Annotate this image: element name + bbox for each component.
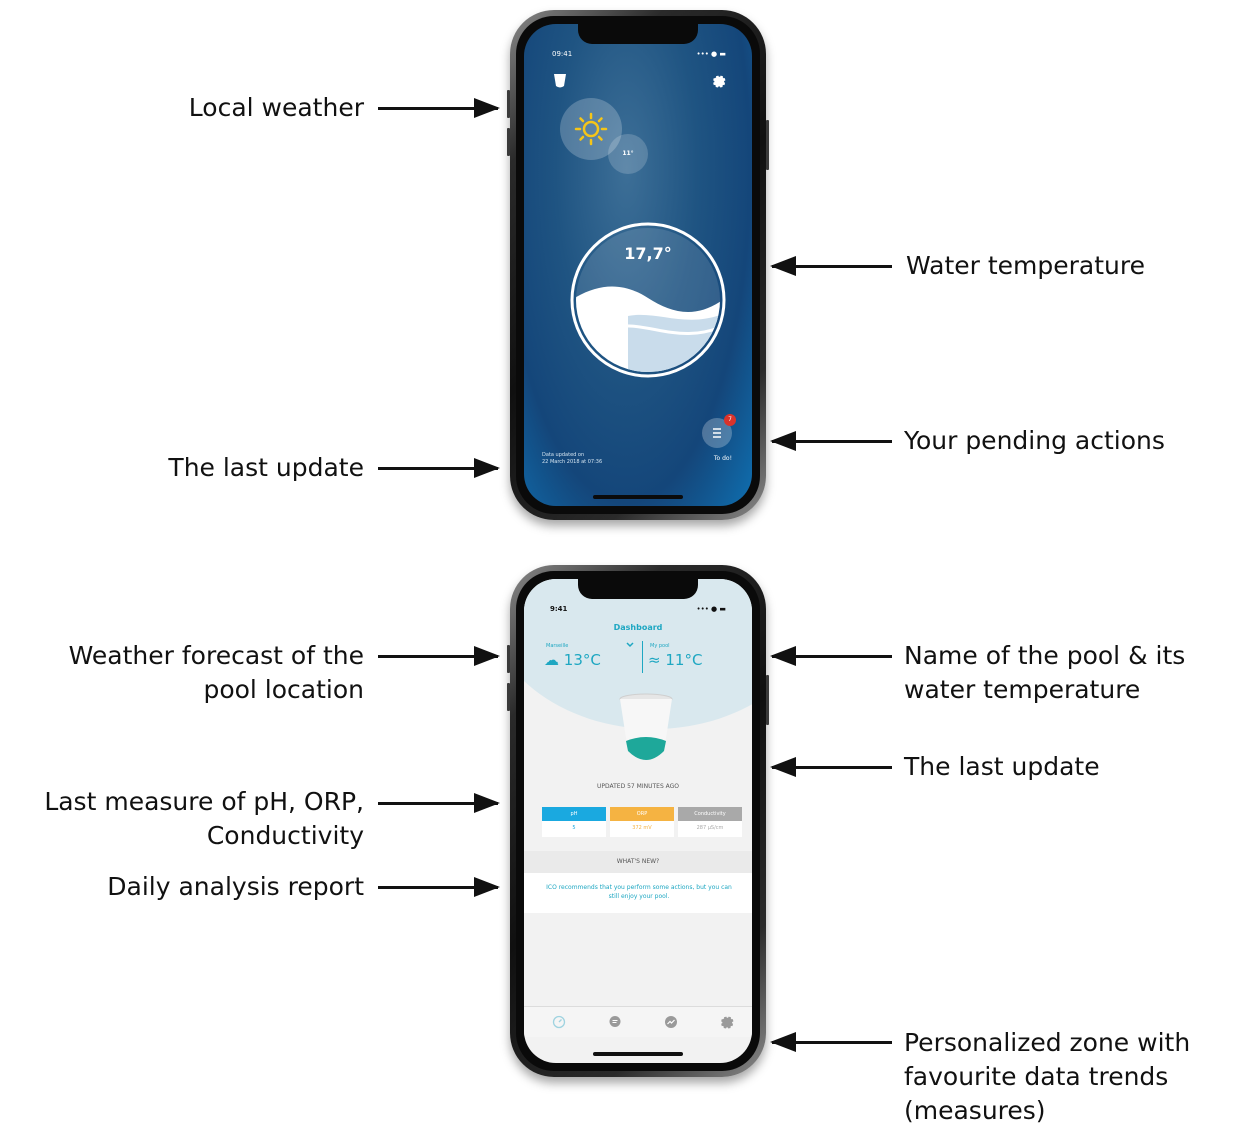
- gear-icon[interactable]: [720, 1015, 734, 1029]
- water-temperature-gauge[interactable]: 17,7°: [568, 220, 728, 380]
- pool-temperature: 11°C: [665, 651, 703, 669]
- todo-button[interactable]: 7: [702, 414, 736, 448]
- label-local-weather: Local weather: [188, 93, 364, 122]
- status-time: 09:41: [552, 50, 573, 58]
- location-temperature: 13°C: [563, 651, 601, 669]
- label-water-temperature: Water temperature: [906, 251, 1145, 280]
- label-daily-report: Daily analysis report: [107, 872, 364, 901]
- home-screen: 09:41 ••• ● ▬ 11° 17,7° 7 To do! Data up…: [524, 24, 752, 506]
- notch: [578, 24, 698, 44]
- volume-button: [507, 683, 510, 711]
- label-pending-actions: Your pending actions: [904, 426, 1165, 455]
- status-icons: ••• ● ▬: [696, 605, 726, 613]
- label-pool-name-line2: water temperature: [904, 675, 1141, 704]
- dashboard-screen: 9:41 ••• ● ▬ Dashboard Marseille ☁ 13°C …: [524, 579, 752, 1063]
- volume-button: [507, 128, 510, 156]
- trend-icon[interactable]: [664, 1015, 678, 1029]
- metric-conductivity[interactable]: Conductivity 287 µS/cm: [678, 807, 742, 837]
- pool-sensor-image: [619, 693, 673, 760]
- label-personalized-zone: Personalized zone with favourite data tr…: [904, 1026, 1190, 1128]
- arrow-daily-report: [378, 877, 500, 897]
- label-pool-name-line1: Name of the pool & its: [904, 641, 1186, 670]
- home-indicator[interactable]: [593, 495, 683, 499]
- phone-dashboard-screen: 9:41 ••• ● ▬ Dashboard Marseille ☁ 13°C …: [507, 565, 769, 1077]
- water-wave-icon: ≈: [648, 651, 661, 669]
- phone-home-screen: 09:41 ••• ● ▬ 11° 17,7° 7 To do! Data up…: [507, 10, 769, 520]
- last-update-line2: 22 March 2018 at 07:36: [542, 459, 603, 465]
- label-personalized-line2: favourite data trends: [904, 1062, 1169, 1091]
- gauge-icon[interactable]: [552, 1015, 566, 1029]
- metric-orp-value: 372 mV: [632, 825, 652, 831]
- pool-weather[interactable]: ≈ 11°C: [648, 651, 702, 669]
- whats-new-header: WHAT'S NEW?: [524, 851, 752, 873]
- label-personalized-line3: (measures): [904, 1096, 1046, 1125]
- label-last-measure-line2: Conductivity: [206, 821, 364, 850]
- arrow-last-update-bottom: [770, 757, 892, 777]
- label-last-update-top: The last update: [168, 453, 364, 482]
- metric-ph-value: 5: [572, 825, 576, 831]
- metric-orp-label: ORP: [610, 807, 674, 821]
- label-last-measure: Last measure of pH, ORP, Conductivity: [44, 785, 364, 853]
- arrow-last-update-top: [378, 458, 500, 478]
- label-last-measure-line1: Last measure of pH, ORP,: [44, 787, 364, 816]
- water-temperature-value: 17,7°: [624, 244, 672, 263]
- air-temperature: 11°: [608, 134, 648, 174]
- metric-conductivity-label: Conductivity: [678, 807, 742, 821]
- header-divider: [642, 641, 643, 673]
- phone-bezel: 09:41 ••• ● ▬ 11° 17,7° 7 To do! Data up…: [516, 16, 760, 514]
- measures-row: pH 5 ORP 372 mV Conductivity 287 µS/cm: [542, 807, 742, 839]
- location-weather[interactable]: ☁ 13°C: [544, 651, 601, 669]
- phone-bezel: 9:41 ••• ● ▬ Dashboard Marseille ☁ 13°C …: [516, 571, 760, 1071]
- notch: [578, 579, 698, 599]
- todo-badge: 7: [724, 414, 736, 426]
- arrow-local-weather: [378, 98, 500, 118]
- last-update-line1: Data updated on: [542, 452, 585, 458]
- chat-icon[interactable]: [608, 1015, 622, 1029]
- home-indicator[interactable]: [593, 1052, 683, 1056]
- metric-conductivity-value: 287 µS/cm: [696, 825, 724, 831]
- cloud-icon: ☁: [544, 651, 559, 669]
- label-pool-name: Name of the pool & its water temperature: [904, 639, 1185, 707]
- label-weather-forecast-line2: pool location: [203, 675, 364, 704]
- page-title: Dashboard: [613, 623, 663, 632]
- label-weather-forecast-line1: Weather forecast of the: [68, 641, 364, 670]
- power-button: [766, 120, 769, 170]
- status-icons: ••• ● ▬: [696, 50, 726, 58]
- location-label: Marseille: [546, 643, 569, 649]
- volume-button: [507, 645, 510, 673]
- tab-bar: [524, 1006, 752, 1037]
- metric-ph[interactable]: pH 5: [542, 807, 606, 837]
- arrow-last-measure: [378, 793, 500, 813]
- last-update-info: Data updated on 22 March 2018 at 07:36: [542, 452, 602, 466]
- gear-icon[interactable]: [712, 74, 726, 88]
- daily-report-card[interactable]: ICO recommends that you perform some act…: [524, 873, 752, 913]
- sensor-icon[interactable]: [554, 74, 566, 88]
- todo-label: To do!: [713, 455, 732, 462]
- label-personalized-line1: Personalized zone with: [904, 1028, 1191, 1057]
- chevron-down-icon[interactable]: [626, 641, 634, 649]
- arrow-water-temperature: [770, 256, 892, 276]
- power-button: [766, 675, 769, 725]
- status-time: 9:41: [550, 605, 568, 613]
- volume-button: [507, 90, 510, 118]
- daily-report-text: ICO recommends that you perform some act…: [546, 884, 732, 900]
- arrow-weather-forecast: [378, 646, 500, 666]
- arrow-personalized-zone: [770, 1032, 892, 1052]
- arrow-pending-actions: [770, 431, 892, 451]
- label-last-update-bottom: The last update: [904, 752, 1100, 781]
- arrow-pool-name: [770, 646, 892, 666]
- last-update: UPDATED 57 MINUTES AGO: [596, 783, 680, 790]
- label-weather-forecast: Weather forecast of the pool location: [69, 639, 364, 707]
- metric-ph-label: pH: [542, 807, 606, 821]
- metric-orp[interactable]: ORP 372 mV: [610, 807, 674, 837]
- pool-label: My pool: [650, 643, 670, 649]
